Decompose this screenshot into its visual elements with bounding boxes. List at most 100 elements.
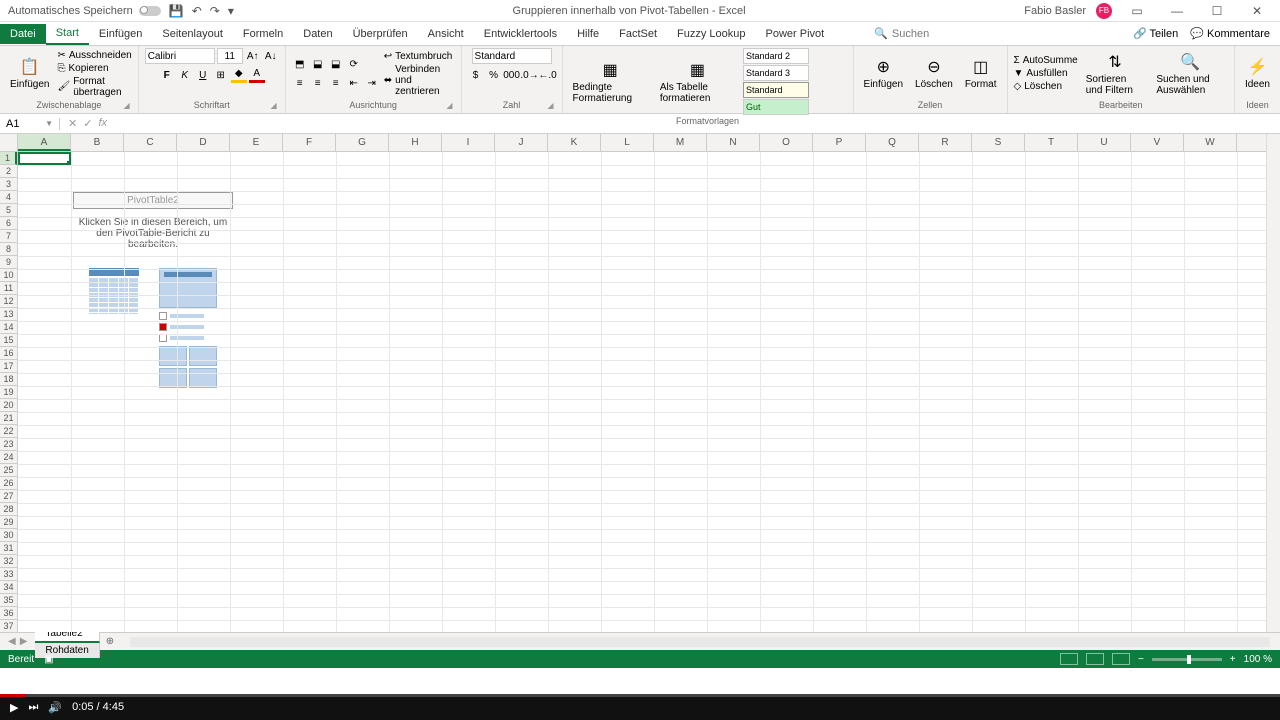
row-header[interactable]: 20 — [0, 399, 17, 412]
share-button[interactable]: 🔗 Teilen — [1133, 27, 1178, 40]
row-header[interactable]: 22 — [0, 425, 17, 438]
font-size-select[interactable] — [217, 48, 243, 64]
row-header[interactable]: 6 — [0, 217, 17, 230]
user-avatar[interactable]: FB — [1096, 3, 1112, 19]
select-all-corner[interactable] — [0, 134, 18, 152]
tab-factset[interactable]: FactSet — [609, 24, 667, 44]
column-header[interactable]: H — [389, 134, 442, 151]
align-left-icon[interactable]: ≡ — [292, 75, 308, 91]
row-header[interactable]: 1 — [0, 152, 17, 165]
tab-file[interactable]: Datei — [0, 24, 46, 44]
row-header[interactable]: 37 — [0, 620, 17, 632]
decimal-increase-icon[interactable]: .0→ — [522, 67, 538, 83]
tab-formeln[interactable]: Formeln — [233, 24, 293, 44]
undo-icon[interactable]: ↶ — [192, 4, 202, 18]
column-header[interactable]: S — [972, 134, 1025, 151]
column-header[interactable]: W — [1184, 134, 1237, 151]
active-cell[interactable] — [18, 152, 71, 165]
minimize-button[interactable]: — — [1162, 4, 1192, 18]
column-header[interactable]: I — [442, 134, 495, 151]
view-pagebreak-icon[interactable] — [1112, 653, 1130, 665]
dialog-launcher-icon[interactable]: ◢ — [446, 101, 452, 110]
row-header[interactable]: 23 — [0, 438, 17, 451]
maximize-button[interactable]: ☐ — [1202, 4, 1232, 18]
tab-entwicklertools[interactable]: Entwicklertools — [474, 24, 567, 44]
copy-button[interactable]: ⎘Kopieren — [57, 63, 131, 74]
redo-icon[interactable]: ↷ — [210, 4, 220, 18]
tab-überprüfen[interactable]: Überprüfen — [343, 24, 418, 44]
align-right-icon[interactable]: ≡ — [328, 75, 344, 91]
save-icon[interactable]: 💾 — [169, 4, 184, 18]
indent-increase-icon[interactable]: ⇥ — [364, 75, 380, 91]
tell-me-search[interactable]: 🔍 Suchen — [874, 27, 929, 40]
align-middle-icon[interactable]: ⬓ — [310, 56, 326, 72]
row-header[interactable]: 18 — [0, 373, 17, 386]
column-header[interactable]: O — [760, 134, 813, 151]
conditional-format-button[interactable]: ▦Bedingte Formatierung — [569, 58, 652, 106]
fill-color-button[interactable]: ◆ — [231, 67, 247, 83]
insert-function-icon[interactable]: fx — [98, 117, 107, 130]
align-top-icon[interactable]: ⬒ — [292, 56, 308, 72]
row-header[interactable]: 27 — [0, 490, 17, 503]
view-normal-icon[interactable] — [1060, 653, 1078, 665]
font-name-select[interactable] — [145, 48, 215, 64]
column-header[interactable]: Q — [866, 134, 919, 151]
comments-button[interactable]: 💬 Kommentare — [1190, 27, 1270, 40]
column-header[interactable]: N — [707, 134, 760, 151]
clear-button[interactable]: ◇Löschen — [1014, 81, 1078, 92]
underline-button[interactable]: U — [195, 67, 211, 83]
row-header[interactable]: 26 — [0, 477, 17, 490]
horizontal-scrollbar[interactable] — [130, 637, 1270, 647]
row-header[interactable]: 12 — [0, 295, 17, 308]
video-controls[interactable]: ▶ ⏭ 🔊 0:05 / 4:45 — [0, 694, 1280, 720]
font-color-button[interactable]: A — [249, 67, 265, 83]
row-header[interactable]: 2 — [0, 165, 17, 178]
sort-filter-button[interactable]: ⇅Sortieren und Filtern — [1082, 50, 1149, 98]
cell-styles-gallery[interactable]: Standard 2 Standard 3 Standard Gut — [743, 48, 847, 115]
number-format-select[interactable] — [472, 48, 552, 64]
row-header[interactable]: 7 — [0, 230, 17, 243]
shrink-font-icon[interactable]: A↓ — [263, 48, 279, 64]
zoom-out-icon[interactable]: − — [1138, 654, 1144, 665]
row-header[interactable]: 14 — [0, 321, 17, 334]
zoom-level[interactable]: 100 % — [1244, 654, 1272, 665]
format-painter-button[interactable]: 🖌Format übertragen — [57, 76, 131, 98]
column-header[interactable]: F — [283, 134, 336, 151]
row-header[interactable]: 35 — [0, 594, 17, 607]
delete-cells-button[interactable]: ⊖Löschen — [911, 55, 957, 92]
fill-button[interactable]: ▼Ausfüllen — [1014, 68, 1078, 79]
row-header[interactable]: 11 — [0, 282, 17, 295]
tab-fuzzy lookup[interactable]: Fuzzy Lookup — [667, 24, 755, 44]
accept-formula-icon[interactable]: ✓ — [83, 117, 92, 130]
row-header[interactable]: 28 — [0, 503, 17, 516]
column-header[interactable]: V — [1131, 134, 1184, 151]
border-button[interactable]: ⊞ — [213, 67, 229, 83]
name-box[interactable]: A1▼ — [0, 118, 60, 130]
paste-button[interactable]: 📋 Einfügen — [6, 55, 53, 92]
column-header[interactable]: G — [336, 134, 389, 151]
row-header[interactable]: 29 — [0, 516, 17, 529]
format-cells-button[interactable]: ◫Format — [961, 55, 1001, 92]
row-header[interactable]: 4 — [0, 191, 17, 204]
play-icon[interactable]: ▶ — [10, 701, 18, 714]
style-standard3[interactable]: Standard 3 — [743, 65, 809, 81]
style-gut[interactable]: Gut — [743, 99, 809, 115]
row-header[interactable]: 17 — [0, 360, 17, 373]
row-header[interactable]: 10 — [0, 269, 17, 282]
currency-icon[interactable]: $ — [468, 67, 484, 83]
insert-cells-button[interactable]: ⊕Einfügen — [860, 55, 907, 92]
dialog-launcher-icon[interactable]: ◢ — [547, 101, 553, 110]
macro-record-icon[interactable]: ▣ — [44, 654, 53, 665]
find-select-button[interactable]: 🔍Suchen und Auswählen — [1152, 50, 1228, 98]
format-as-table-button[interactable]: ▦Als Tabelle formatieren — [656, 58, 739, 106]
ideas-button[interactable]: ⚡Ideen — [1241, 55, 1274, 92]
column-header[interactable]: T — [1025, 134, 1078, 151]
style-standard2[interactable]: Standard 2 — [743, 48, 809, 64]
ribbon-mode-icon[interactable]: ▭ — [1122, 4, 1152, 18]
add-sheet-button[interactable]: ⊕ — [100, 636, 120, 647]
pivottable-placeholder[interactable]: PivotTable2 Klicken Sie in diesen Bereic… — [73, 192, 233, 388]
italic-button[interactable]: K — [177, 67, 193, 83]
row-header[interactable]: 5 — [0, 204, 17, 217]
row-header[interactable]: 3 — [0, 178, 17, 191]
column-header[interactable]: J — [495, 134, 548, 151]
